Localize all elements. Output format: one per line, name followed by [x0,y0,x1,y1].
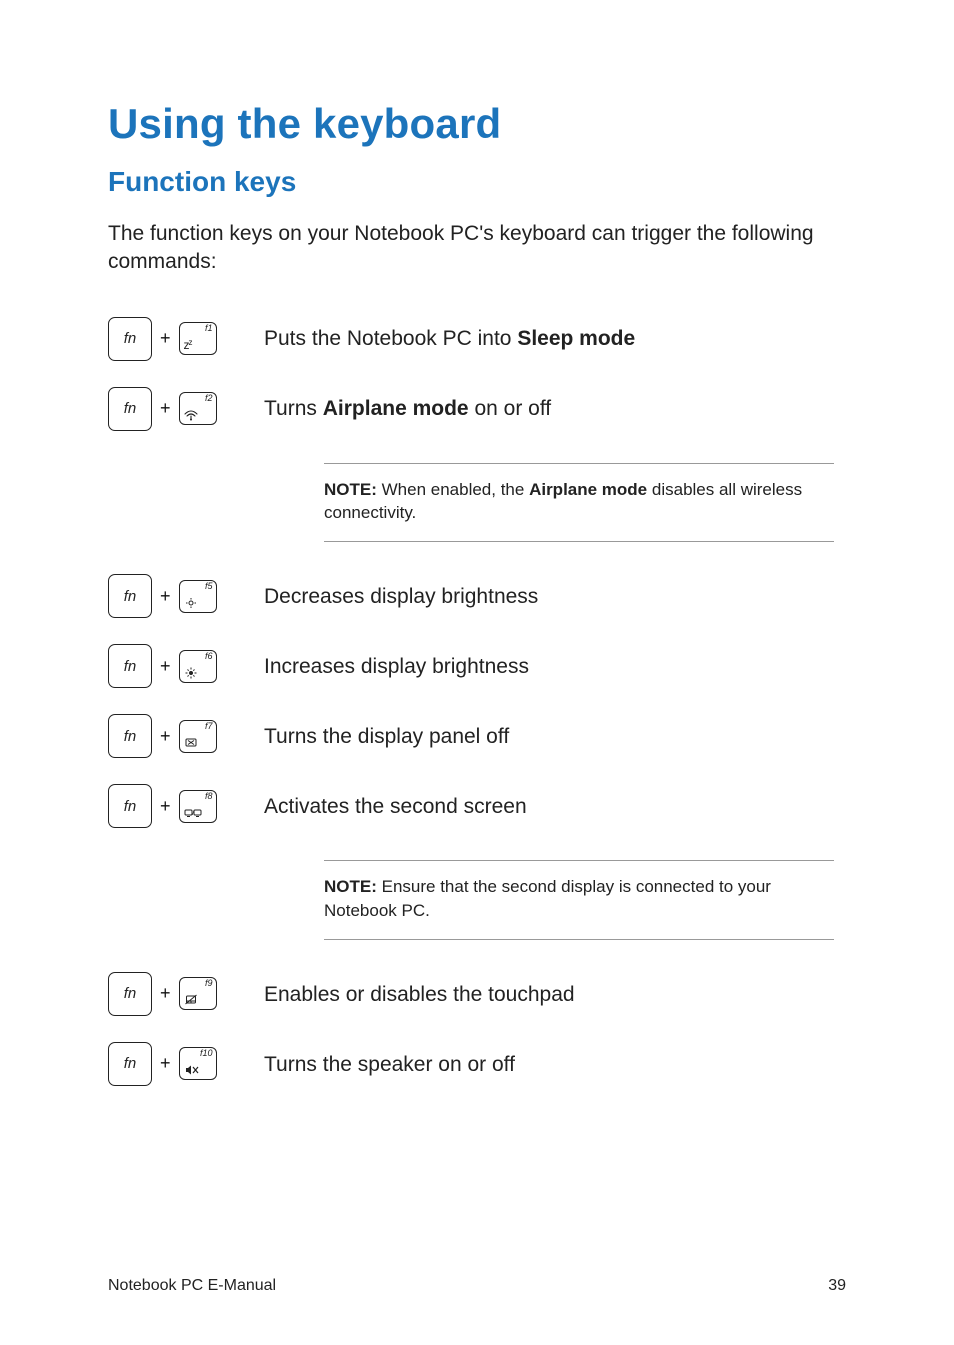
page-title: Using the keyboard [108,100,846,148]
f-key-number: f8 [205,792,213,801]
note-label: NOTE: [324,480,377,499]
f10-key: f10 [179,1047,217,1080]
key-combo: fn + f9 [108,972,264,1016]
fn-row-f1: fn + f1 zz Puts the Notebook PC into Sle… [108,317,846,361]
plus-sign: + [160,983,171,1004]
plus-sign: + [160,398,171,419]
fn-key: fn [108,784,152,828]
fn-row-f2: fn + f2 Turns Airplane mode on or off [108,387,846,431]
touchpad-icon [184,988,208,1006]
key-combo: fn + f1 zz [108,317,264,361]
intro-paragraph: The function keys on your Notebook PC's … [108,220,846,277]
f-key-number: f10 [200,1049,213,1058]
footer-left: Notebook PC E-Manual [108,1277,276,1295]
fn-key: fn [108,644,152,688]
plus-sign: + [160,796,171,817]
f6-key: f6 [179,650,217,683]
fn-description: Turns the display panel off [264,720,509,752]
desc-text-pre: Puts the Notebook PC into [264,327,517,350]
fn-row-f9: fn + f9 Enables or disables the touchpad [108,972,846,1016]
f-key-number: f2 [205,394,213,403]
fn-row-f7: fn + f7 Turns the display panel off [108,714,846,758]
plus-sign: + [160,586,171,607]
fn-row-f5: fn + f5 Decreases display brightness [108,574,846,618]
note-text: Ensure that the second display is connec… [324,877,771,920]
key-combo: fn + f2 [108,387,264,431]
note-airplane-mode: NOTE: When enabled, the Airplane mode di… [324,463,834,543]
second-screen-icon: / [184,801,208,819]
fn-key: fn [108,972,152,1016]
page-footer: Notebook PC E-Manual 39 [108,1277,846,1295]
footer-page-number: 39 [828,1277,846,1295]
f-key-number: f5 [205,582,213,591]
note-label: NOTE: [324,877,377,896]
note-second-display: NOTE: Ensure that the second display is … [324,860,834,940]
plus-sign: + [160,726,171,747]
key-combo: fn + f8 / [108,784,264,828]
fn-key: fn [108,1042,152,1086]
f-key-number: f7 [205,722,213,731]
fn-key: fn [108,387,152,431]
f-key-number: f9 [205,979,213,988]
f2-key: f2 [179,392,217,425]
fn-row-f10: fn + f10 Turns the speaker on or off [108,1042,846,1086]
fn-row-f6: fn + f6 Increases display brightness [108,644,846,688]
fn-key: fn [108,317,152,361]
note-text-bold: Airplane mode [529,480,647,499]
desc-text-pre: Turns [264,397,323,420]
f7-key: f7 [179,720,217,753]
brightness-down-icon [184,591,208,609]
f9-key: f9 [179,977,217,1010]
fn-key: fn [108,714,152,758]
desc-text-bold: Sleep mode [517,327,635,350]
function-key-list: fn + f1 zz Puts the Notebook PC into Sle… [108,317,846,1086]
sleep-icon: zz [184,333,208,351]
key-combo: fn + f5 [108,574,264,618]
desc-text-post: on or off [469,397,552,420]
f8-key: f8 / [179,790,217,823]
key-combo: fn + f6 [108,644,264,688]
fn-key: fn [108,574,152,618]
fn-row-f8: fn + f8 / Activates the second screen [108,784,846,828]
fn-description: Turns Airplane mode on or off [264,392,551,424]
f1-key: f1 zz [179,322,217,355]
brightness-up-icon [184,661,208,679]
section-subtitle: Function keys [108,166,846,198]
f-key-number: f6 [205,652,213,661]
page: Using the keyboard Function keys The fun… [0,0,954,1345]
plus-sign: + [160,328,171,349]
fn-description: Enables or disables the touchpad [264,978,575,1010]
fn-description: Turns the speaker on or off [264,1048,515,1080]
wireless-icon [184,403,208,421]
speaker-mute-icon [184,1058,208,1076]
display-off-icon [184,731,208,749]
plus-sign: + [160,1053,171,1074]
fn-description: Activates the second screen [264,790,527,822]
fn-description: Decreases display brightness [264,580,538,612]
key-combo: fn + f10 [108,1042,264,1086]
f5-key: f5 [179,580,217,613]
fn-description: Increases display brightness [264,650,529,682]
f-key-number: f1 [205,324,213,333]
fn-description: Puts the Notebook PC into Sleep mode [264,322,635,354]
note-text-pre: When enabled, the [377,480,529,499]
desc-text-bold: Airplane mode [323,397,469,420]
plus-sign: + [160,656,171,677]
key-combo: fn + f7 [108,714,264,758]
